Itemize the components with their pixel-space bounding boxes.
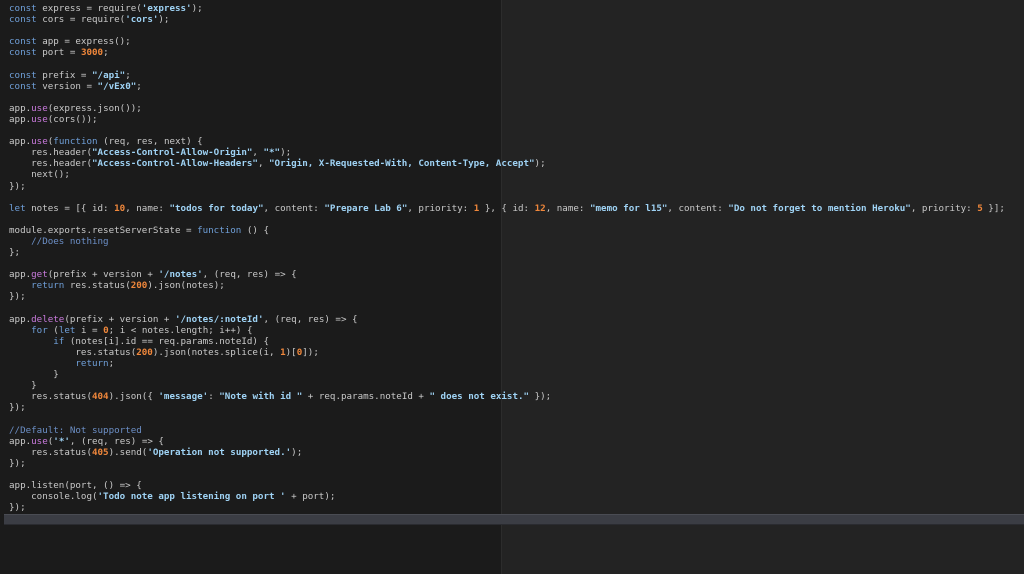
code-line[interactable]: app.use(express.json());: [9, 103, 1005, 114]
code-line[interactable]: ​: [9, 92, 1005, 103]
code-line[interactable]: }: [9, 369, 1005, 380]
code-line[interactable]: ​: [9, 469, 1005, 480]
code-line[interactable]: const version = "/vEx0";: [9, 81, 1005, 92]
code-line[interactable]: });: [9, 402, 1005, 413]
code-line[interactable]: res.header("Access-Control-Allow-Origin"…: [9, 147, 1005, 158]
code-line[interactable]: app.listen(port, () => {: [9, 480, 1005, 491]
code-line[interactable]: const express = require('express');: [9, 3, 1005, 14]
code-line[interactable]: }: [9, 380, 1005, 391]
code-line[interactable]: res.header("Access-Control-Allow-Headers…: [9, 158, 1005, 169]
code-line[interactable]: const app = express();: [9, 36, 1005, 47]
code-line[interactable]: console.log('Todo note app listening on …: [9, 491, 1005, 502]
code-line[interactable]: //Default: Not supported: [9, 425, 1005, 436]
code-line[interactable]: const cors = require('cors');: [9, 14, 1005, 25]
code-line[interactable]: res.status(405).send('Operation not supp…: [9, 447, 1005, 458]
code-line[interactable]: ​: [9, 58, 1005, 69]
code-line[interactable]: return res.status(200).json(notes);: [9, 280, 1005, 291]
code-line[interactable]: res.status(200).json(notes.splice(i, 1)[…: [9, 347, 1005, 358]
code-line[interactable]: app.use(function (req, res, next) {: [9, 136, 1005, 147]
code-line[interactable]: ​: [9, 258, 1005, 269]
code-line[interactable]: ​: [9, 25, 1005, 36]
code-line[interactable]: app.get(prefix + version + '/notes', (re…: [9, 269, 1005, 280]
code-line[interactable]: ​: [9, 125, 1005, 136]
code-line[interactable]: next();: [9, 169, 1005, 180]
code-line[interactable]: ​: [9, 413, 1005, 424]
code-line[interactable]: };: [9, 247, 1005, 258]
code-text-area[interactable]: const express = require('express'); const…: [9, 3, 1005, 513]
code-line[interactable]: app.use(cors());: [9, 114, 1005, 125]
code-line[interactable]: const prefix = "/api";: [9, 70, 1005, 81]
code-line[interactable]: });: [9, 181, 1005, 192]
code-line[interactable]: });: [9, 291, 1005, 302]
code-editor[interactable]: const express = require('express'); const…: [0, 0, 1024, 574]
code-line[interactable]: module.exports.resetServerState = functi…: [9, 225, 1005, 236]
code-line[interactable]: for (let i = 0; i < notes.length; i++) {: [9, 325, 1005, 336]
code-line[interactable]: });: [9, 502, 1005, 513]
code-line[interactable]: app.use('*', (req, res) => {: [9, 436, 1005, 447]
code-line[interactable]: return;: [9, 358, 1005, 369]
code-line[interactable]: ​: [9, 192, 1005, 203]
code-line[interactable]: });: [9, 458, 1005, 469]
code-line[interactable]: if (notes[i].id == req.params.noteId) {: [9, 336, 1005, 347]
code-line[interactable]: //Does nothing: [9, 236, 1005, 247]
code-line[interactable]: const port = 3000;: [9, 47, 1005, 58]
code-line[interactable]: ​: [9, 214, 1005, 225]
code-line[interactable]: res.status(404).json({ 'message': "Note …: [9, 391, 1005, 402]
code-line[interactable]: app.delete(prefix + version + '/notes/:n…: [9, 314, 1005, 325]
code-line[interactable]: ​: [9, 303, 1005, 314]
code-line[interactable]: let notes = [{ id: 10, name: "todos for …: [9, 203, 1005, 214]
horizontal-scrollbar[interactable]: [4, 514, 1024, 525]
